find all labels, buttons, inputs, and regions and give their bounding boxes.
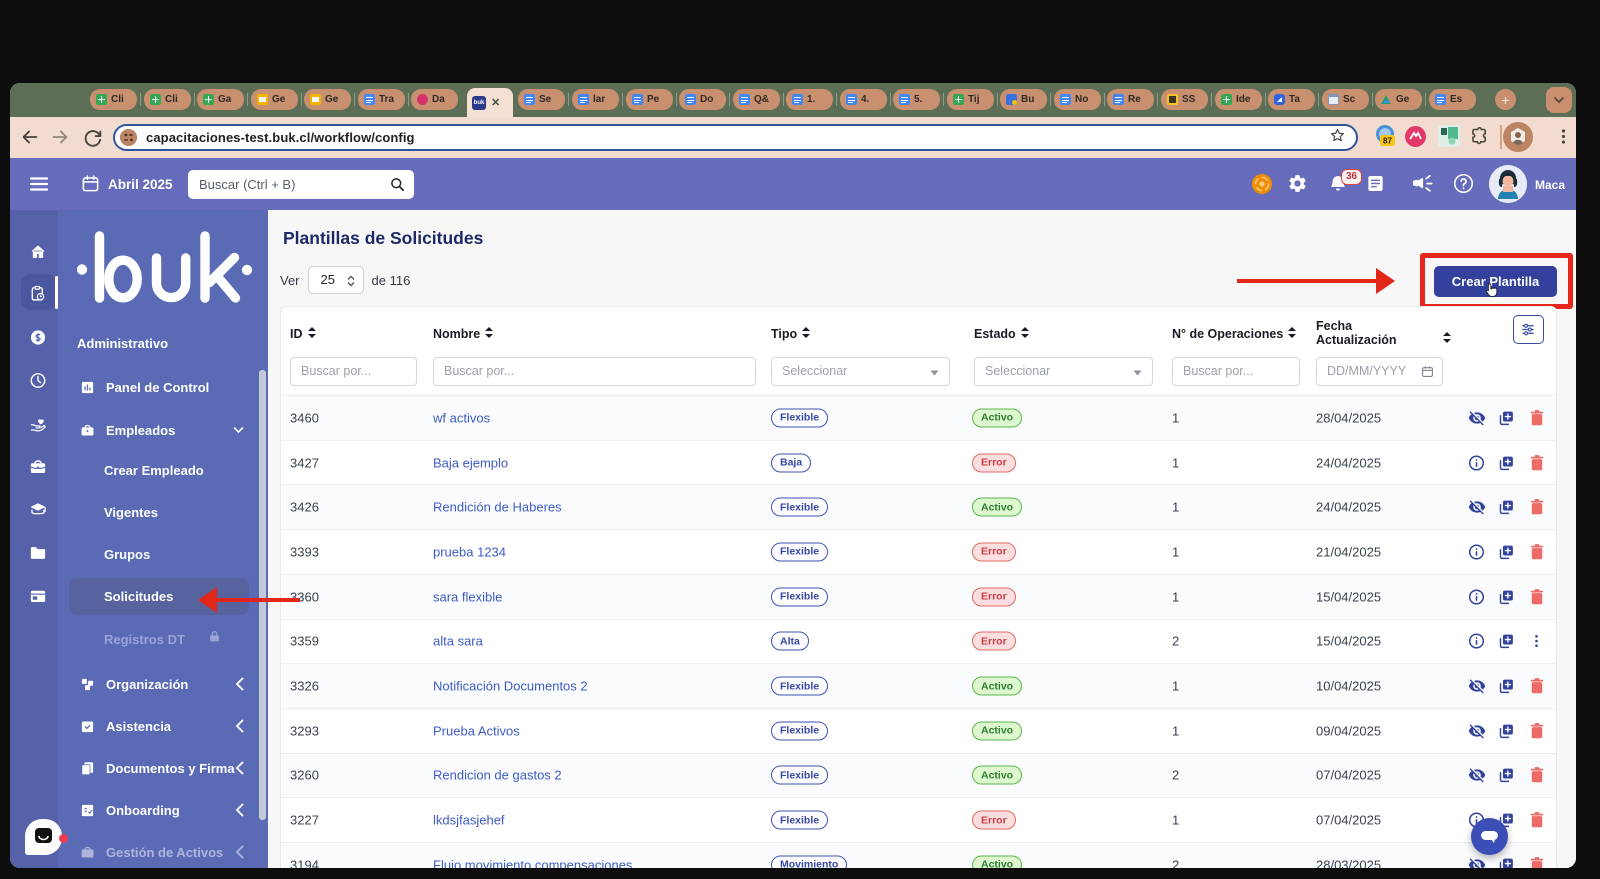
svg-text:87: 87 <box>1383 137 1392 146</box>
